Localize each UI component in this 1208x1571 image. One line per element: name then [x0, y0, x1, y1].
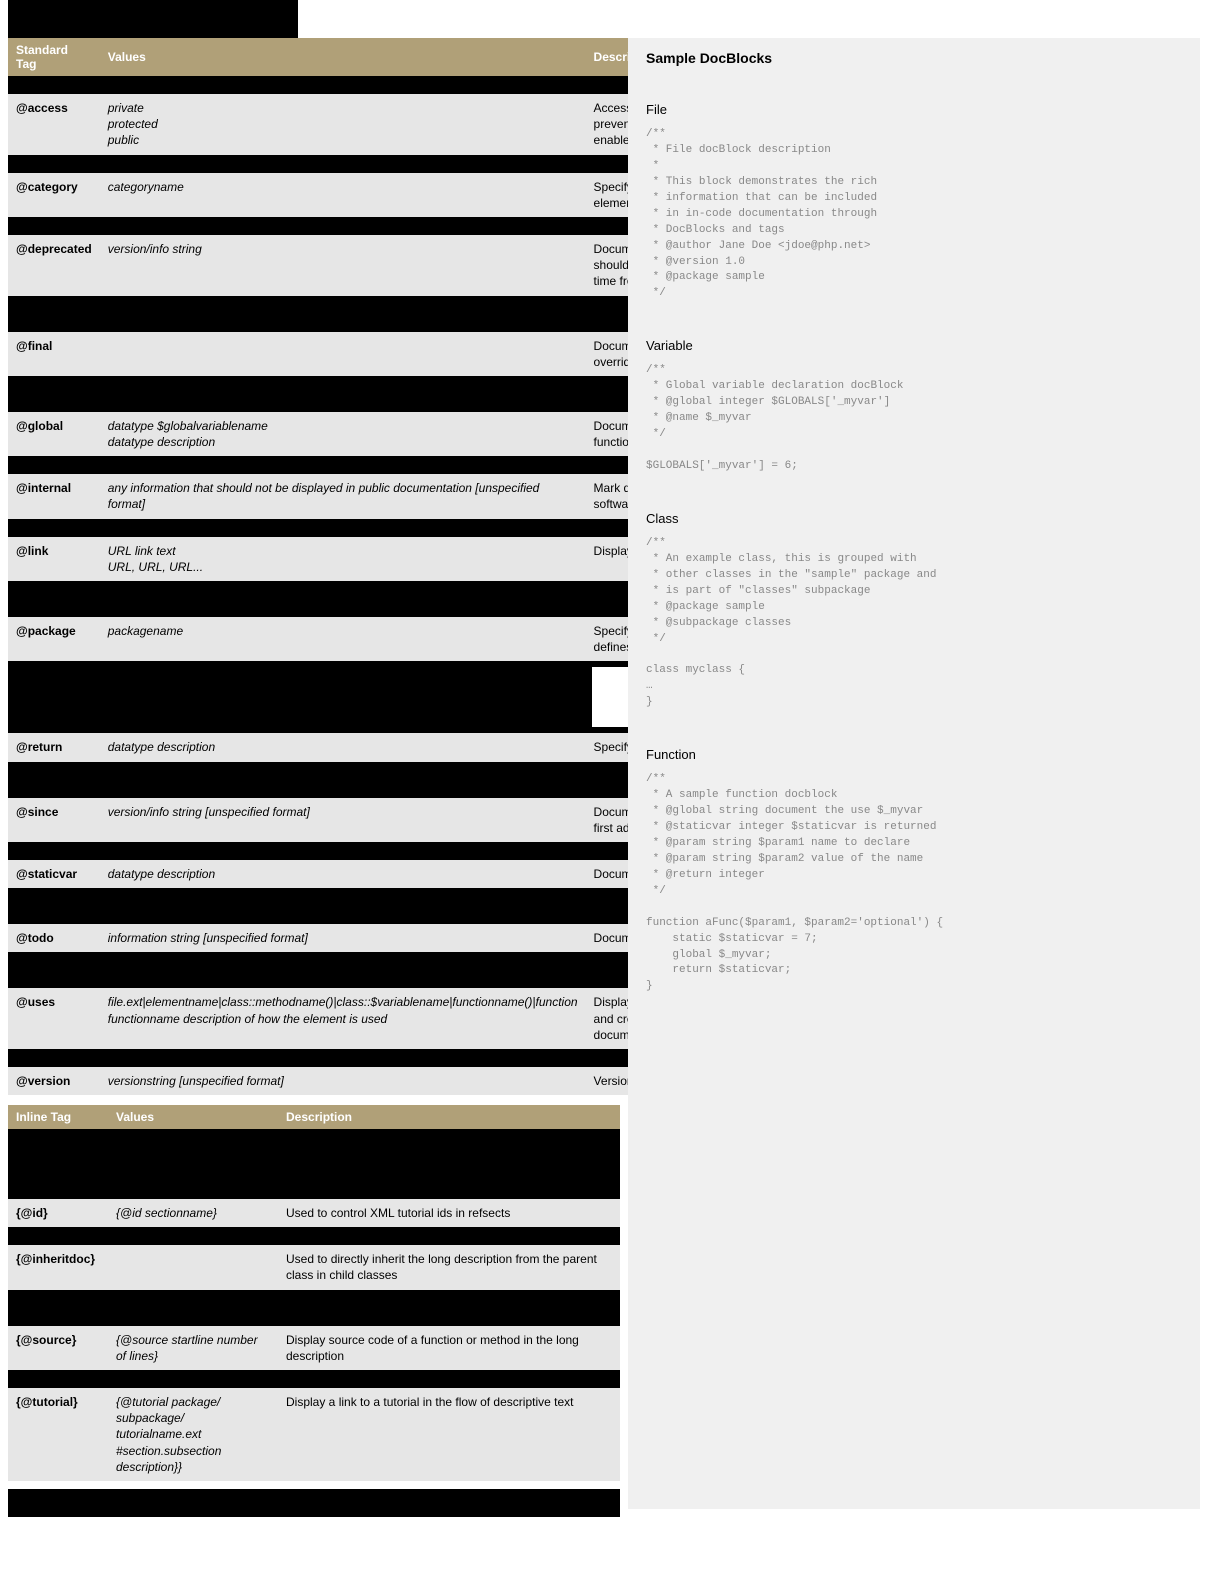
- tag-cell: @todo: [8, 924, 100, 952]
- tag-cell: @version: [8, 1067, 100, 1095]
- bottom-black-bar: [8, 1489, 620, 1517]
- tag-cell: @final: [8, 332, 100, 376]
- col-header-tag: Inline Tag: [8, 1105, 108, 1129]
- values-cell: [108, 1245, 278, 1289]
- tag-cell: @since: [8, 798, 100, 842]
- sample-heading: Variable: [646, 338, 1182, 353]
- values-cell: privateprotectedpublic: [100, 94, 586, 155]
- values-cell: version/info string: [100, 235, 586, 296]
- samples-title: Sample DocBlocks: [646, 50, 1182, 66]
- tag-cell: {@inheritdoc}: [8, 1245, 108, 1289]
- table-row: [8, 1370, 620, 1388]
- tag-cell: @package: [8, 617, 100, 661]
- table-row: {@source}{@source startline number of li…: [8, 1326, 620, 1370]
- values-cell: versionstring [unspecified format]: [100, 1067, 586, 1095]
- top-black-bar: [8, 0, 298, 38]
- desc-cell: Display source code of a function or met…: [278, 1326, 620, 1370]
- col-header-values: Values: [100, 38, 586, 76]
- table-row: {@inheritdoc} Used to directly inherit th…: [8, 1245, 620, 1289]
- code-block: /** * Global variable declaration docBlo…: [646, 363, 1182, 475]
- tag-cell: @return: [8, 733, 100, 761]
- sample-heading: File: [646, 102, 1182, 117]
- values-cell: {@tutorial package/ subpackage/ tutorial…: [108, 1388, 278, 1481]
- desc-cell: Used to directly inherit the long descri…: [278, 1245, 620, 1289]
- left-column: Standard Tag Values Description @accessp…: [0, 0, 620, 1517]
- table-row: [8, 1290, 620, 1326]
- inline-tags-table: Inline Tag Values Description {@id}{@id …: [8, 1105, 620, 1481]
- code-block: /** * A sample function docblock * @glob…: [646, 772, 1182, 995]
- values-cell: packagename: [100, 617, 586, 661]
- values-cell: file.ext|elementname|class::methodname()…: [100, 988, 586, 1049]
- tag-cell: {@source}: [8, 1326, 108, 1370]
- tag-cell: @deprecated: [8, 235, 100, 296]
- values-cell: information string [unspecified format]: [100, 924, 586, 952]
- tag-cell: @category: [8, 173, 100, 217]
- tag-cell: @link: [8, 537, 100, 581]
- desc-cell: Used to control XML tutorial ids in refs…: [278, 1199, 620, 1227]
- values-cell: {@id sectionname}: [108, 1199, 278, 1227]
- code-block: /** * File docBlock description * * This…: [646, 127, 1182, 302]
- tag-cell: @uses: [8, 988, 100, 1049]
- sample-heading: Function: [646, 747, 1182, 762]
- table-row: [8, 1129, 620, 1199]
- col-header-tag: Standard Tag: [8, 38, 100, 76]
- tag-cell: @internal: [8, 474, 100, 518]
- sample-heading: Class: [646, 511, 1182, 526]
- values-cell: any information that should not be displ…: [100, 474, 586, 518]
- sample-docblocks-panel: Sample DocBlocks File /** * File docBlock…: [628, 38, 1200, 1509]
- values-cell: URL link textURL, URL, URL...: [100, 537, 586, 581]
- values-cell: datatype description: [100, 733, 586, 761]
- tag-cell: @global: [8, 412, 100, 456]
- col-header-desc: Description: [278, 1105, 620, 1129]
- values-cell: datatype $globalvariablenamedatatype des…: [100, 412, 586, 456]
- tag-cell: {@id}: [8, 1199, 108, 1227]
- desc-cell: Display a link to a tutorial in the flow…: [278, 1388, 620, 1481]
- values-cell: categoryname: [100, 173, 586, 217]
- tag-cell: @staticvar: [8, 860, 100, 888]
- table-row: [8, 1227, 620, 1245]
- code-block: /** * An example class, this is grouped …: [646, 536, 1182, 711]
- values-cell: [100, 332, 586, 376]
- values-cell: version/info string [unspecified format]: [100, 798, 586, 842]
- col-header-values: Values: [108, 1105, 278, 1129]
- values-cell: datatype description: [100, 860, 586, 888]
- page: Standard Tag Values Description @accessp…: [0, 0, 1208, 1517]
- table-row: {@tutorial}{@tutorial package/ subpackag…: [8, 1388, 620, 1481]
- tag-cell: @access: [8, 94, 100, 155]
- values-cell: {@source startline number of lines}: [108, 1326, 278, 1370]
- table-row: {@id}{@id sectionname}Used to control XM…: [8, 1199, 620, 1227]
- tag-cell: {@tutorial}: [8, 1388, 108, 1481]
